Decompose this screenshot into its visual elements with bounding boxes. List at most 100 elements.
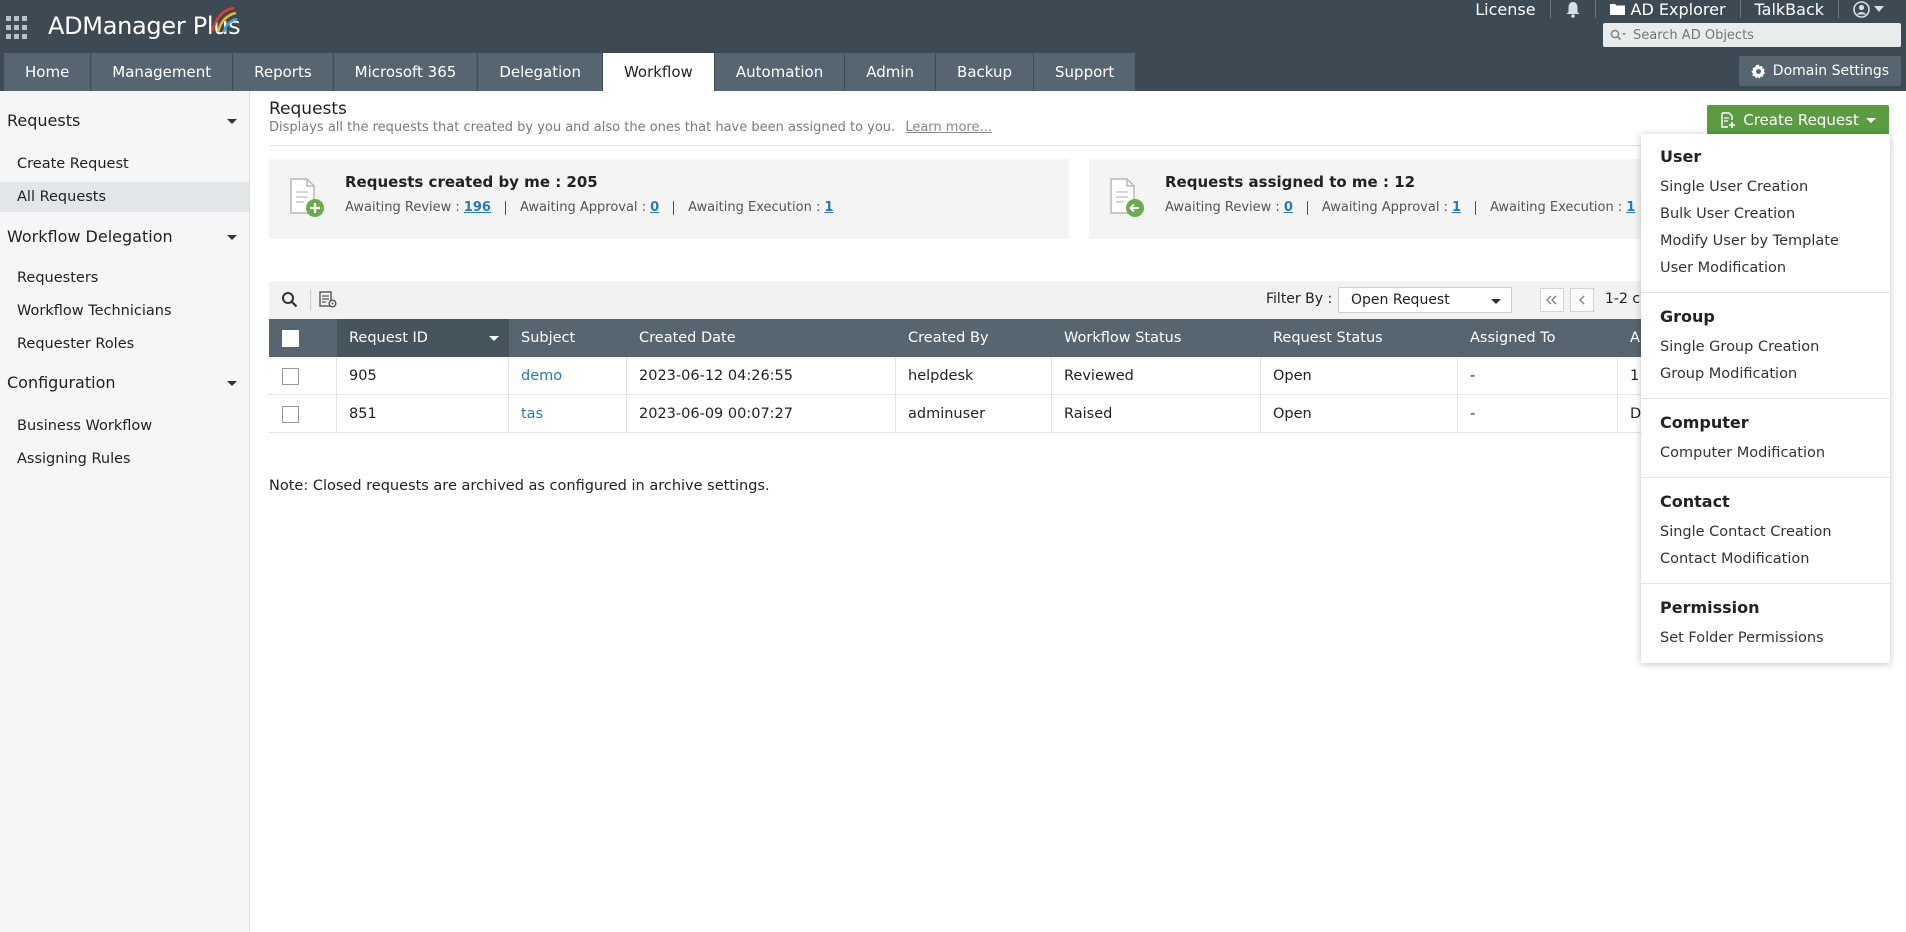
awaiting-approval-count[interactable]: 1 [1452, 200, 1461, 215]
subject-link[interactable]: demo [521, 368, 562, 384]
menu-item-modify-user-by-template[interactable]: Modify User by Template [1660, 233, 1839, 249]
awaiting-review-count[interactable]: 0 [1284, 200, 1293, 215]
page-description: Displays all the requests that created b… [269, 120, 992, 135]
sidebar-item-create-request[interactable]: Create Request [0, 149, 249, 179]
menu-item-set-folder-permissions[interactable]: Set Folder Permissions [1660, 630, 1824, 646]
page-description-text: Displays all the requests that created b… [269, 120, 896, 135]
row-checkbox[interactable] [282, 367, 299, 385]
sidebar-item-requester-roles[interactable]: Requester Roles [0, 329, 249, 359]
search-icon[interactable] [281, 291, 298, 308]
domain-settings-button[interactable]: Domain Settings [1738, 56, 1901, 86]
column-header-subject[interactable]: Subject [509, 319, 627, 357]
column-header-label: Request ID [349, 330, 428, 346]
awaiting-review-count[interactable]: 196 [464, 200, 491, 215]
menu-item-computer-modification[interactable]: Computer Modification [1660, 445, 1825, 461]
caret-down-icon [227, 119, 237, 124]
sidebar-item-business-workflow[interactable]: Business Workflow [0, 411, 249, 441]
sidebar-section-requests[interactable]: Requests [7, 111, 237, 130]
notifications-bell[interactable] [1549, 0, 1595, 18]
column-header-assigned-to[interactable]: Assigned To [1458, 319, 1618, 357]
menu-divider [1641, 477, 1890, 478]
sidebar-section-workflow-delegation[interactable]: Workflow Delegation [7, 227, 237, 246]
menu-group-group: Group [1660, 307, 1715, 326]
stat-separator [673, 200, 675, 215]
cell-assigned-to: - [1458, 357, 1618, 395]
table-row[interactable]: 851 tas 2023-06-09 00:07:27 adminuser Ra… [269, 395, 1649, 433]
top-header: ADManager Plus License AD Explorer TalkB… [0, 0, 1906, 91]
column-header-request-status[interactable]: Request Status [1261, 319, 1458, 357]
filter-select[interactable]: Open Request [1338, 287, 1512, 313]
row-checkbox[interactable] [282, 405, 299, 423]
menu-item-single-contact-creation[interactable]: Single Contact Creation [1660, 524, 1832, 540]
subject-link[interactable]: tas [521, 406, 543, 422]
column-header-created-by[interactable]: Created By [896, 319, 1052, 357]
create-request-label: Create Request [1743, 111, 1859, 129]
tab-reports[interactable]: Reports [233, 53, 333, 91]
search-icon[interactable] [1603, 23, 1633, 47]
tab-workflow[interactable]: Workflow [602, 53, 714, 91]
card-stats: Awaiting Review : 0 Awaiting Approval : … [1165, 200, 1635, 215]
menu-group-computer: Computer [1660, 413, 1749, 432]
awaiting-execution-label: Awaiting Execution : [688, 200, 821, 215]
user-menu[interactable] [1838, 0, 1898, 18]
previous-page-button[interactable] [1570, 288, 1594, 312]
table-toolbar: Filter By : Open Request 1-2 c [269, 281, 1649, 319]
caret-down-icon [1865, 117, 1876, 123]
caret-down-icon [227, 235, 237, 240]
table-row[interactable]: 905 demo 2023-06-12 04:26:55 helpdesk Re… [269, 357, 1649, 395]
sidebar-section-title: Requests [7, 111, 81, 130]
create-request-button[interactable]: Create Request [1707, 105, 1889, 135]
sidebar-item-assigning-rules[interactable]: Assigning Rules [0, 444, 249, 474]
first-page-button[interactable] [1540, 288, 1564, 312]
column-header-created-date[interactable]: Created Date [627, 319, 896, 357]
tab-backup[interactable]: Backup [936, 53, 1034, 91]
tab-support[interactable]: Support [1034, 53, 1136, 91]
pagination-text: 1-2 c [1605, 291, 1641, 307]
learn-more-link[interactable]: Learn more... [905, 120, 992, 135]
select-all-checkbox[interactable] [282, 329, 299, 347]
column-header-request-id[interactable]: Request ID [337, 319, 509, 357]
top-links: License AD Explorer TalkBack [1461, 0, 1898, 19]
menu-item-contact-modification[interactable]: Contact Modification [1660, 551, 1809, 567]
sidebar-item-requesters[interactable]: Requesters [0, 263, 249, 293]
menu-group-permission: Permission [1660, 598, 1760, 617]
sidebar: Requests Create Request All Requests Wor… [0, 91, 250, 932]
license-link[interactable]: License [1461, 0, 1549, 19]
tab-delegation[interactable]: Delegation [478, 53, 602, 91]
sidebar-section-configuration[interactable]: Configuration [7, 373, 237, 392]
awaiting-execution-label: Awaiting Execution : [1490, 200, 1623, 215]
menu-item-single-user-creation[interactable]: Single User Creation [1660, 179, 1808, 195]
ad-search-input[interactable] [1633, 27, 1893, 43]
column-header-workflow-status[interactable]: Workflow Status [1052, 319, 1261, 357]
cell-created-by: helpdesk [896, 357, 1052, 395]
logo-arc-icon [210, 6, 238, 33]
create-request-menu: User Single User Creation Bulk User Crea… [1641, 134, 1890, 663]
row-select-cell [269, 395, 337, 433]
ad-search-box[interactable] [1603, 23, 1901, 47]
tab-admin[interactable]: Admin [845, 53, 936, 91]
filter-select-value: Open Request [1351, 292, 1450, 308]
menu-item-bulk-user-creation[interactable]: Bulk User Creation [1660, 206, 1795, 222]
archive-note: Note: Closed requests are archived as co… [269, 478, 770, 494]
tab-home[interactable]: Home [4, 53, 91, 91]
tab-automation[interactable]: Automation [714, 53, 845, 91]
main-nav: Home Management Reports Microsoft 365 De… [4, 53, 1136, 91]
talkback-link[interactable]: TalkBack [1739, 0, 1838, 19]
double-chevron-left-icon [1546, 295, 1557, 305]
document-add-icon [290, 178, 324, 217]
sidebar-item-all-requests[interactable]: All Requests [0, 182, 249, 212]
sidebar-item-workflow-technicians[interactable]: Workflow Technicians [0, 296, 249, 326]
awaiting-approval-count[interactable]: 0 [650, 200, 659, 215]
tab-microsoft-365[interactable]: Microsoft 365 [333, 53, 478, 91]
menu-item-group-modification[interactable]: Group Modification [1660, 366, 1797, 382]
tab-management[interactable]: Management [91, 53, 233, 91]
ad-explorer-link[interactable]: AD Explorer [1594, 0, 1740, 19]
awaiting-execution-count[interactable]: 1 [824, 200, 833, 215]
menu-item-user-modification[interactable]: User Modification [1660, 260, 1786, 276]
apps-grid-icon[interactable] [6, 16, 30, 40]
chevron-down-icon [1874, 6, 1884, 12]
menu-item-single-group-creation[interactable]: Single Group Creation [1660, 339, 1819, 355]
awaiting-review-label: Awaiting Review : [1165, 200, 1280, 215]
awaiting-execution-count[interactable]: 1 [1626, 200, 1635, 215]
column-settings-icon[interactable] [319, 291, 337, 308]
